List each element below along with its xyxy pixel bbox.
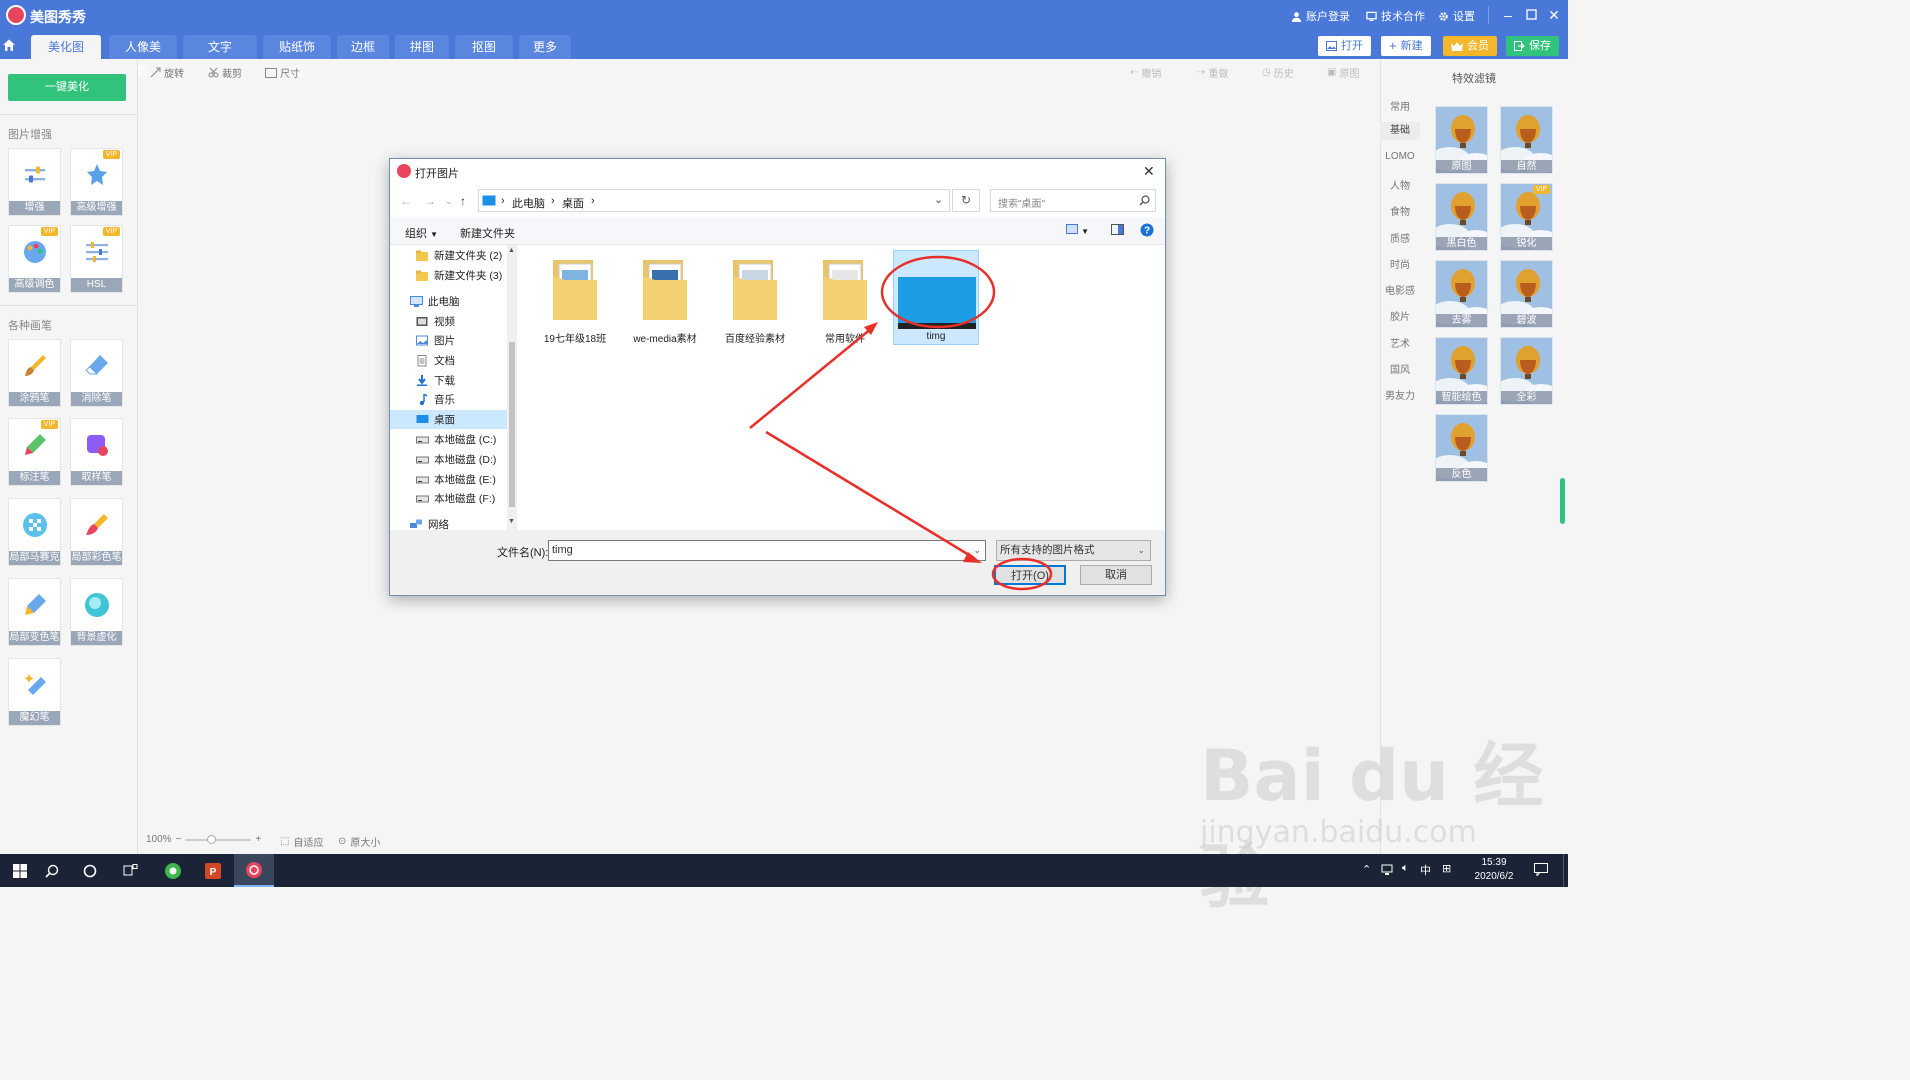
taskbar-app-meitu[interactable]	[234, 854, 274, 887]
task-view-button[interactable]	[110, 854, 150, 887]
ime-indicator[interactable]: 中	[1420, 862, 1431, 878]
watermark-url: jingyan.baidu.com	[1200, 815, 1477, 850]
keyboard-layout-icon[interactable]: ⊞	[1442, 862, 1451, 875]
clock-time[interactable]: 15:39	[1471, 857, 1517, 868]
cortana-button[interactable]	[70, 854, 110, 887]
taskbar-app-browser[interactable]	[153, 854, 193, 887]
network-icon[interactable]	[1381, 864, 1395, 876]
volume-icon[interactable]: 🔈︎	[1402, 862, 1409, 875]
clock-date[interactable]: 2020/6/2	[1469, 871, 1519, 882]
browser-icon	[165, 862, 181, 879]
notification-icon[interactable]	[1534, 863, 1548, 876]
annotation-arrow-to-file	[749, 327, 873, 429]
search-button[interactable]	[32, 854, 72, 887]
show-desktop-button[interactable]	[1563, 854, 1564, 887]
taskbar-app-powerpoint[interactable]: P	[193, 854, 233, 887]
svg-text:P: P	[210, 867, 217, 878]
cortana-icon	[83, 864, 97, 877]
annotation-arrow-to-open	[765, 430, 975, 560]
powerpoint-icon: P	[205, 862, 221, 879]
annotation-circle-file	[880, 255, 996, 329]
meitu-icon	[246, 861, 262, 878]
windows-icon	[13, 863, 27, 878]
search-icon	[45, 864, 59, 878]
annotation-circle-open	[991, 557, 1053, 591]
task-view-icon	[123, 864, 137, 876]
tray-chevron-icon[interactable]: ⌃	[1362, 863, 1371, 876]
